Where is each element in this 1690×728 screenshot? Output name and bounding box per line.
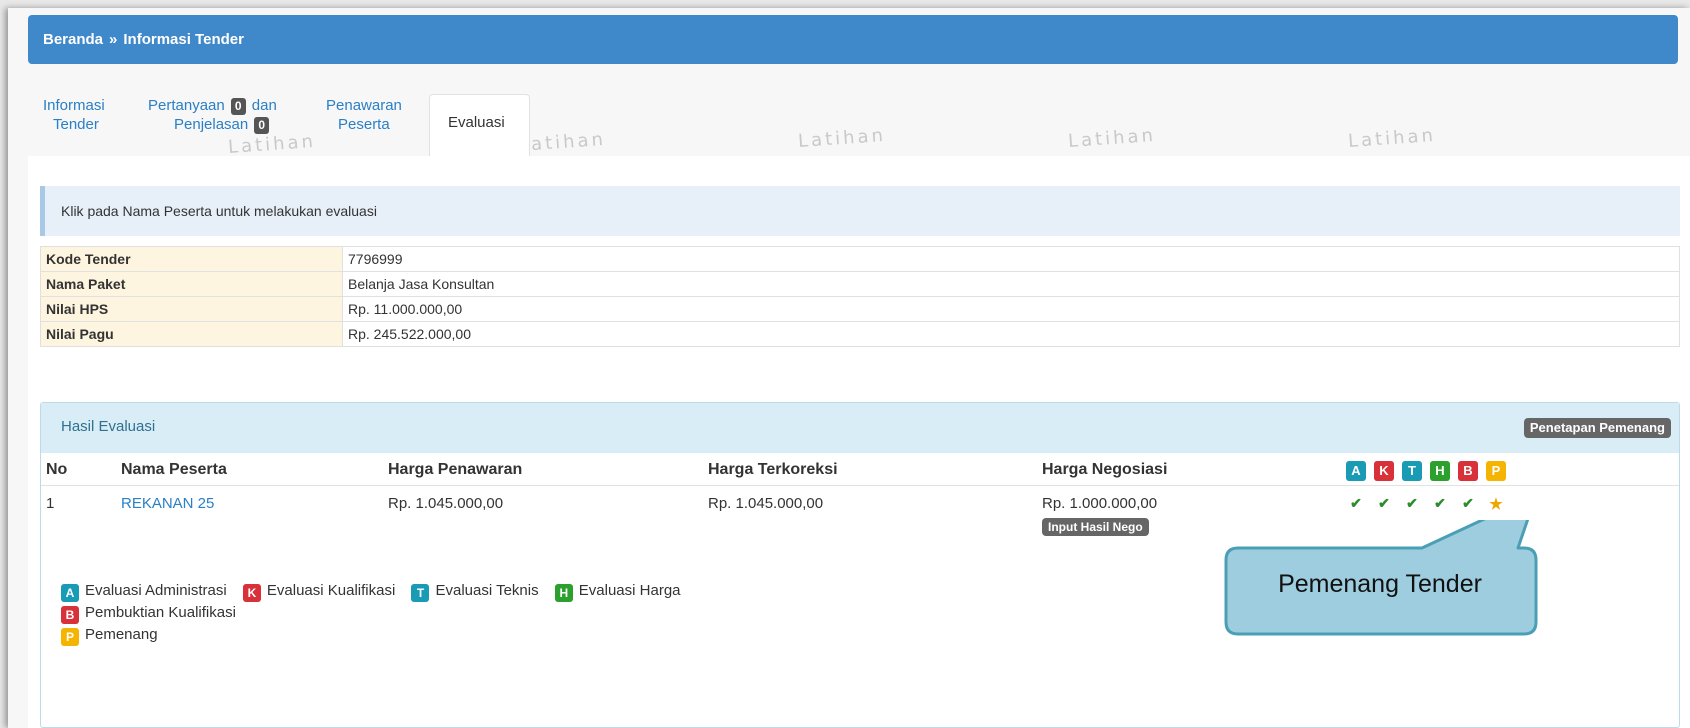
participant-name-link[interactable]: REKANAN 25 [121,495,214,512]
row-label: Kode Tender [40,246,343,272]
column-header-offer: Harga Penawaran [388,461,523,478]
column-header-name: Nama Peserta [121,461,227,478]
info-alert: Klik pada Nama Peserta untuk melakukan e… [40,186,1680,236]
table-row: Kode Tender 7796999 [40,246,1680,272]
cell-no: 1 [46,495,55,512]
panel-header: Hasil Evaluasi Penetapan Pemenang [41,403,1679,453]
tab-label-line2: Penjelasan [174,116,249,133]
question-count-badge: 0 [230,98,246,115]
tender-info-table: Kode Tender 7796999 Nama Paket Belanja J… [40,246,1680,347]
tab-label-connector: dan [251,97,277,114]
table-row: Nama Paket Belanja Jasa Konsultan [40,271,1680,297]
legend-badge: A [61,584,79,602]
legend-label: Pemenang [85,626,158,643]
tab-bar: Informasi Tender Pertanyaan 0 dan Penjel… [8,80,1690,156]
legend-badge: H [554,584,573,602]
row-value: 7796999 [342,246,1680,272]
badge-technical: T [1402,461,1422,481]
row-value: Belanja Jasa Konsultan [342,271,1680,297]
row-value: Rp. 11.000.000,00 [342,296,1680,322]
legend-badge: K [242,584,261,602]
tab-informasi-tender[interactable]: Informasi Tender [43,96,105,134]
legend-label: Evaluasi Teknis [435,582,539,599]
check-icon: ✔ [1462,495,1474,511]
page-frame: Latihan Latihan Latihan Latihan Latihan … [8,8,1690,728]
row-value: Rp. 245.522.000,00 [342,321,1680,347]
cell-offer-price: Rp. 1.045.000,00 [388,495,504,512]
cell-corrected-price: Rp. 1.045.000,00 [708,495,824,512]
breadcrumb-current: Informasi Tender [123,31,244,48]
legend-label: Pembuktian Kualifikasi [85,604,236,621]
table-row: Nilai HPS Rp. 11.000.000,00 [40,296,1680,322]
column-header-corrected: Harga Terkoreksi [708,461,838,478]
table-row: Nilai Pagu Rp. 245.522.000,00 [40,321,1680,347]
row-label: Nilai Pagu [40,321,343,347]
header-divider [41,485,1679,486]
main-content: Klik pada Nama Peserta untuk melakukan e… [28,156,1690,728]
tab-label-line2: Tender [53,116,99,133]
panel-title: Hasil Evaluasi [61,418,156,435]
evaluation-legend: A Evaluasi Administrasi K Evaluasi Kualifi… [61,580,693,646]
legend-label: Evaluasi Harga [578,582,681,599]
tab-label-line1: Penawaran [326,97,402,114]
badge-verification: B [1458,461,1478,481]
tab-label: Evaluasi [448,114,505,131]
tab-label-line1: Pertanyaan [148,97,225,114]
legend-badge: P [61,628,79,646]
badge-qualification: K [1374,461,1394,481]
badge-price: H [1430,461,1450,481]
legend-label: Evaluasi Administrasi [85,582,227,599]
breadcrumb-separator: » [109,31,118,48]
winner-determination-button[interactable]: Penetapan Pemenang [1523,418,1671,438]
badge-administration: A [1346,461,1366,481]
tab-label-line1: Informasi [43,97,105,114]
column-header-no: No [46,461,68,478]
input-nego-button[interactable]: Input Hasil Nego [1042,518,1149,536]
check-icon: ✔ [1378,495,1390,511]
tab-penawaran-peserta[interactable]: Penawaran Peserta [326,96,402,134]
winner-callout: Pemenang Tender [1224,520,1554,640]
tab-evaluasi[interactable]: Evaluasi [429,94,530,156]
cell-negotiated-price: Rp. 1.000.000,00 [1042,495,1158,512]
breadcrumb-home-link[interactable]: Beranda [43,31,103,48]
badge-winner: P [1486,461,1506,481]
legend-badge: B [61,606,79,624]
legend-badge: T [411,584,430,602]
breadcrumb: Beranda » Informasi Tender [28,15,1678,64]
tab-pertanyaan-penjelasan[interactable]: Pertanyaan 0 dan Penjelasan 0 [148,96,277,134]
tab-label-line2: Peserta [338,116,390,133]
check-icon: ✔ [1406,495,1418,511]
check-icon: ✔ [1434,495,1446,511]
column-header-negotiated: Harga Negosiasi [1042,461,1168,478]
row-label: Nilai HPS [40,296,343,322]
legend-label: Evaluasi Kualifikasi [266,582,396,599]
star-icon: ★ [1489,496,1503,513]
check-icon: ✔ [1350,495,1362,511]
callout-text: Pemenang Tender [1278,570,1482,598]
row-label: Nama Paket [40,271,343,297]
answer-count-badge: 0 [254,117,270,134]
